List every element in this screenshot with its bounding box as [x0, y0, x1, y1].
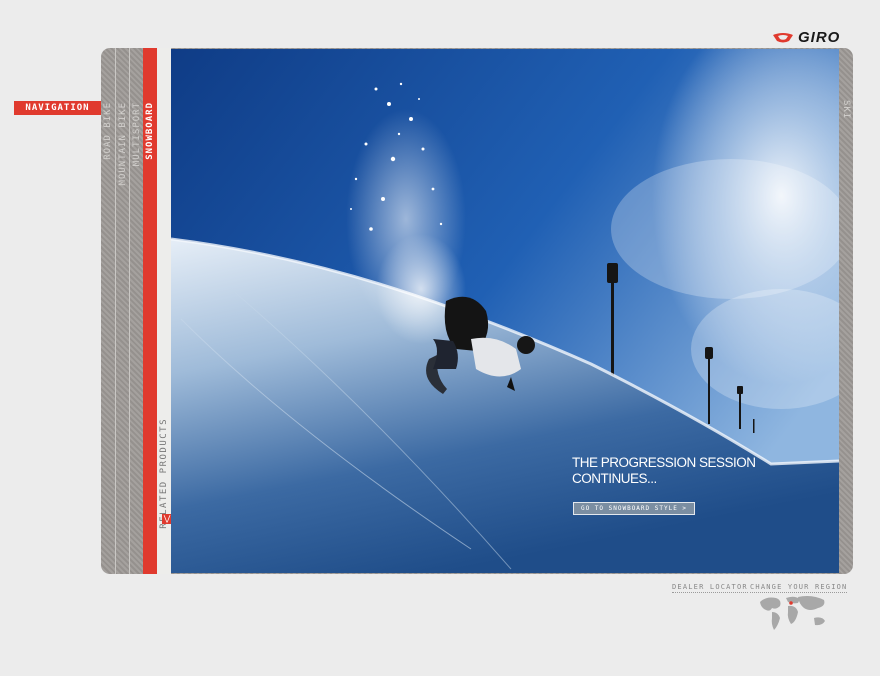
sport-tab-label: SNOWBOARD: [145, 102, 155, 160]
sport-tab-label: MULTISPORT: [131, 102, 142, 167]
sport-tab-ski[interactable]: SKI: [839, 48, 853, 574]
hero-scene: [171, 49, 839, 573]
giro-logo[interactable]: GIRO: [772, 30, 840, 46]
related-products-label: RELATED PRODUCTS: [159, 418, 169, 529]
world-map-icon[interactable]: [758, 594, 828, 632]
sport-tab-label: SKI: [841, 100, 851, 120]
hero-image: [171, 49, 839, 573]
giro-logo-mark-icon: [773, 33, 793, 43]
hero-headline: THE PROGRESSION SESSION CONTINUES...: [572, 455, 802, 487]
sport-tab-snowboard[interactable]: SNOWBOARD: [143, 48, 157, 574]
headline-line: THE PROGRESSION SESSION: [572, 455, 756, 470]
related-products-tab[interactable]: RELATED PRODUCTS ⋁: [157, 48, 172, 574]
change-region-link[interactable]: CHANGE YOUR REGION: [750, 583, 848, 593]
logo-text: GIRO: [798, 29, 841, 46]
sport-tab-multisport[interactable]: MULTISPORT: [130, 48, 143, 574]
sport-tab-road-bike[interactable]: ROAD BIKE: [101, 48, 115, 574]
navigation-tab[interactable]: NAVIGATION: [14, 101, 101, 115]
snowboard-style-button[interactable]: GO TO SNOWBOARD STYLE >: [573, 502, 695, 515]
sport-tab-mountain-bike[interactable]: MOUNTAIN BIKE: [116, 48, 129, 574]
sport-tab-label: ROAD BIKE: [103, 102, 113, 160]
dealer-locator-link[interactable]: DEALER LOCATOR: [672, 583, 748, 593]
headline-line: CONTINUES...: [572, 471, 657, 486]
sport-tab-label: MOUNTAIN BIKE: [117, 102, 128, 186]
